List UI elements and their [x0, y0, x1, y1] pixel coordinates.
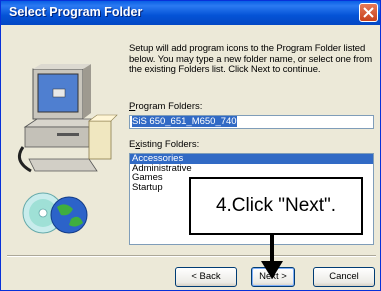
close-button[interactable] [359, 3, 378, 22]
close-icon [363, 7, 374, 18]
instruction-text: Setup will add program icons to the Prog… [129, 43, 373, 75]
program-folder-value: SiS 650_651_M650_740 [132, 116, 237, 127]
button-divider [7, 255, 376, 257]
callout-text: 4.Click "Next". [215, 195, 337, 216]
cancel-button-label: Cancel [329, 271, 359, 282]
cancel-button[interactable]: Cancel [313, 267, 375, 287]
setup-dialog: Select Program Folder Setup will add pro… [0, 0, 381, 291]
down-arrow-icon [261, 235, 283, 279]
program-folder-input[interactable]: SiS 650_651_M650_740 [129, 115, 374, 129]
installer-computer-illustration [17, 64, 118, 234]
back-button-label: < Back [191, 271, 221, 282]
instruction-callout: 4.Click "Next". [189, 177, 363, 235]
list-item-administrative[interactable]: Administrative [130, 163, 373, 174]
existing-folders-label: Existing Folders: [129, 139, 200, 150]
title-bar[interactable]: Select Program Folder [1, 1, 380, 25]
program-folders-label: Program Folders: [129, 101, 203, 112]
window-title: Select Program Folder [9, 5, 143, 19]
back-button[interactable]: < Back [175, 267, 237, 287]
